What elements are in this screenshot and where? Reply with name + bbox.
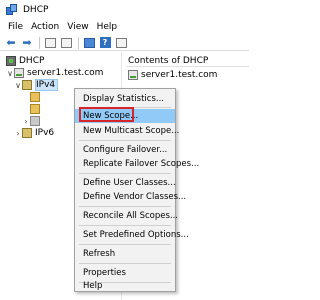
chevron-right-icon[interactable]: › — [14, 129, 22, 138]
tree-item-filters[interactable]: › — [22, 115, 43, 127]
filter-icon — [30, 116, 40, 126]
ipv6-icon — [22, 128, 32, 138]
menu-separator — [79, 206, 171, 207]
title-bar: DHCP — [0, 0, 249, 20]
export-icon[interactable] — [114, 36, 128, 49]
window-title: DHCP — [23, 5, 49, 15]
toolbar-separator — [39, 36, 40, 49]
tree-item-child[interactable] — [30, 103, 43, 115]
forward-icon[interactable]: ➡ — [20, 36, 34, 49]
show-hide-tree-icon[interactable] — [59, 36, 73, 49]
menu-item-set-predefined-options[interactable]: Set Predefined Options... — [75, 228, 189, 242]
menu-action[interactable]: Action — [27, 20, 63, 35]
up-icon[interactable] — [43, 36, 57, 49]
folder-icon — [30, 92, 40, 102]
server-icon — [14, 68, 24, 78]
menu-item-configure-failover[interactable]: Configure Failover... — [75, 143, 175, 157]
chevron-right-icon[interactable]: › — [22, 117, 30, 126]
results-pane-header: Contents of DHCP — [128, 56, 209, 66]
menu-view[interactable]: View — [63, 20, 92, 35]
highlight-annotation — [79, 107, 134, 122]
chevron-down-icon[interactable]: ∨ — [14, 81, 22, 90]
toolbar: ⬅ ➡ ? — [0, 35, 249, 51]
dhcp-node-icon — [6, 56, 16, 66]
menu-separator — [79, 140, 171, 141]
menu-item-refresh[interactable]: Refresh — [75, 247, 175, 261]
tree-item-server[interactable]: ∨ server1.test.com — [6, 67, 103, 79]
context-menu: Display Statistics... New Scope... New M… — [74, 88, 199, 292]
server-icon — [128, 70, 138, 80]
menu-file[interactable]: File — [4, 20, 27, 35]
menu-help[interactable]: Help — [93, 20, 122, 35]
folder-icon — [30, 104, 40, 114]
tree-item-ipv6[interactable]: › IPv6 — [14, 127, 54, 139]
dhcp-icon — [6, 4, 18, 16]
menu-separator — [79, 244, 171, 245]
menu-item-help[interactable]: Help — [75, 280, 175, 292]
tree-item-label: server1.test.com — [27, 68, 104, 78]
menu-separator — [79, 225, 171, 226]
tree-item-label: IPv6 — [35, 128, 55, 138]
menu-item-display-statistics[interactable]: Display Statistics... — [75, 92, 175, 106]
tree-item-label: IPv4 — [35, 79, 59, 91]
menu-item-reconcile-all-scopes[interactable]: Reconcile All Scopes... — [75, 209, 178, 223]
menu-item-properties[interactable]: Properties — [75, 266, 175, 280]
tree-item-ipv4[interactable]: ∨ IPv4 — [14, 79, 59, 91]
properties-icon[interactable] — [82, 36, 96, 49]
menu-item-define-user-classes[interactable]: Define User Classes... — [75, 176, 176, 190]
menu-separator — [79, 263, 171, 264]
tree-item-dhcp[interactable]: DHCP — [6, 55, 44, 67]
toolbar-separator — [78, 36, 79, 49]
divider — [126, 66, 249, 67]
tree-item-label: DHCP — [19, 56, 45, 66]
menu-item-replicate-failover-scopes[interactable]: Replicate Failover Scopes... — [75, 157, 199, 171]
help-icon[interactable]: ? — [98, 36, 112, 49]
tree-item-child[interactable] — [30, 91, 43, 103]
menu-item-define-vendor-classes[interactable]: Define Vendor Classes... — [75, 190, 186, 204]
menu-separator — [79, 173, 171, 174]
menu-item-new-multicast-scope[interactable]: New Multicast Scope... — [75, 124, 179, 138]
chevron-down-icon[interactable]: ∨ — [6, 69, 14, 78]
list-item-label: server1.test.com — [141, 70, 218, 80]
list-item[interactable]: server1.test.com — [128, 70, 217, 80]
back-icon[interactable]: ⬅ — [4, 36, 18, 49]
menu-bar: File Action View Help — [0, 20, 249, 35]
ipv4-icon — [22, 80, 32, 90]
